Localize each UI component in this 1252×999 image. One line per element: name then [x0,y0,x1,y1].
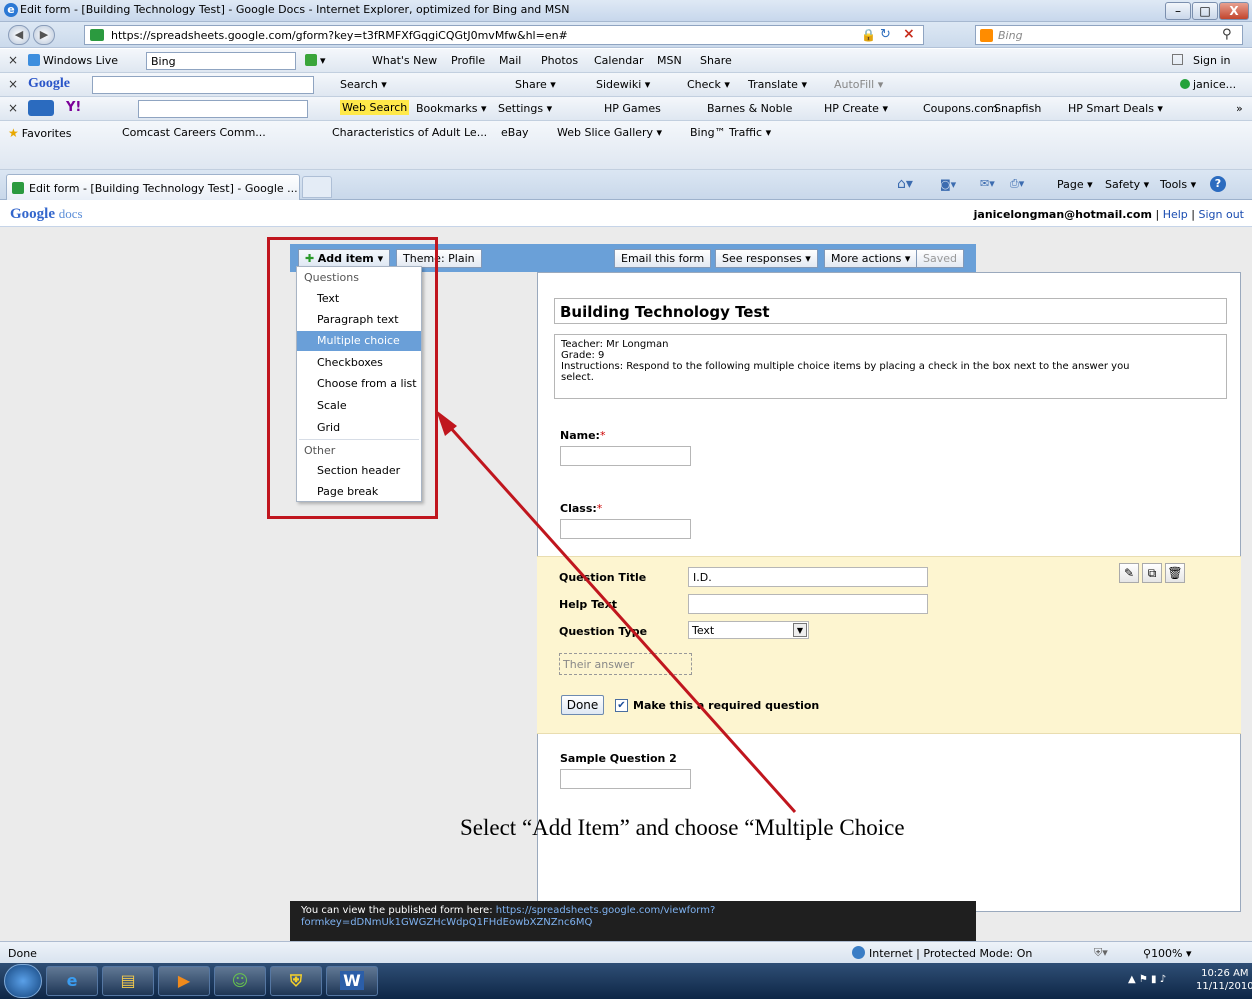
annotation-arrow [436,410,797,814]
zone-indicator[interactable]: Internet | Protected Mode: On [852,946,1032,960]
taskbar-messenger-button[interactable]: ☺ [214,966,266,996]
tray-icons[interactable]: ▲ ⚑ ▮ ♪ [1128,974,1166,985]
published-form-notice: You can view the published form here: ht… [290,901,976,941]
published-form-link[interactable]: https://spreadsheets.google.com/viewform… [496,905,716,916]
annotation-arrow-line [438,414,797,814]
taskbar-media-button[interactable]: ▶ [158,966,210,996]
annotation-instruction: Select “Add Item” and choose “Multiple C… [460,815,905,840]
taskbar-ie-button[interactable]: e [46,966,98,996]
published-form-link-cont[interactable]: formkey=dDNmUk1GWGZHcWdpQ1FHdEowbXZNZnc6… [301,917,592,928]
tray-clock[interactable]: 10:26 AM 11/11/2010 [1196,967,1252,993]
zoom-control[interactable]: ⚲100% ▾ [1143,947,1192,960]
zoom-icon: ⚲ [1143,947,1152,960]
notice-text: You can view the published form here: [301,905,496,916]
globe-icon [852,946,865,959]
status-text: Done [8,947,37,960]
taskbar-security-button[interactable]: ⛨ [270,966,322,996]
taskbar: e ▤ ▶ ☺ ⛨ W ▲ ⚑ ▮ ♪ 10:26 AM 11/11/2010 [0,963,1252,999]
status-bar: Done Internet | Protected Mode: On ⛨▾ ⚲1… [0,941,1252,963]
taskbar-explorer-button[interactable]: ▤ [102,966,154,996]
taskbar-word-button[interactable]: W [326,966,378,996]
start-button[interactable] [4,964,42,998]
security-icon[interactable]: ⛨▾ [1094,946,1108,960]
